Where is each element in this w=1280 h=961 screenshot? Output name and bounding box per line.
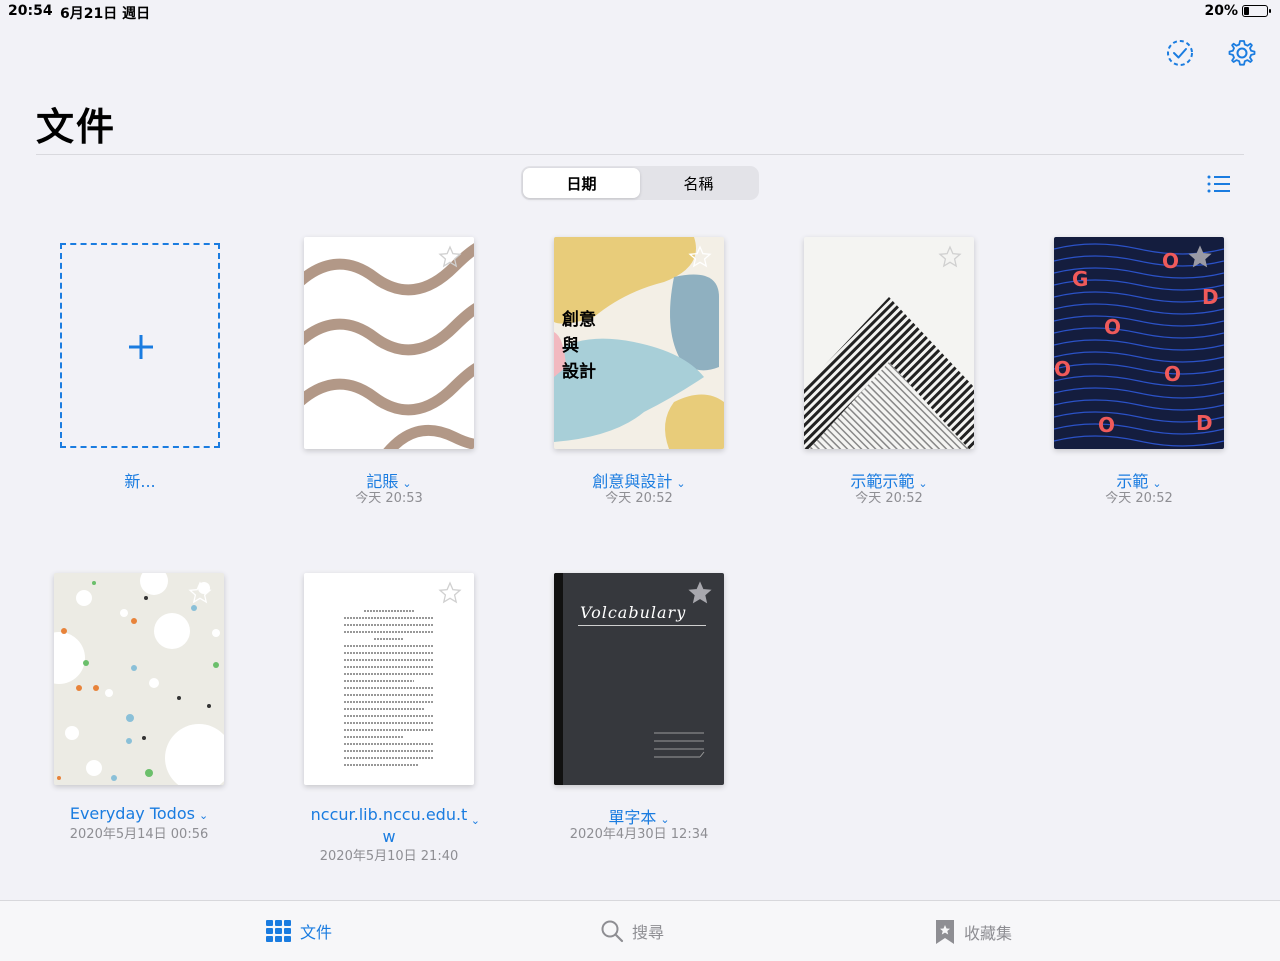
cover-letter: G	[1072, 267, 1089, 291]
favorite-star-filled-icon[interactable]	[688, 581, 712, 605]
battery-percent: 20%	[1204, 3, 1238, 19]
favorite-star-icon[interactable]	[438, 581, 462, 605]
document-name[interactable]: nccur.lib.nccu.edu.t w ⌄	[264, 804, 514, 848]
cover-underline	[578, 625, 706, 626]
favorite-star-icon[interactable]	[938, 245, 962, 269]
cover-title: Volcabulary	[580, 603, 687, 622]
sort-by-name-button[interactable]: 名稱	[640, 168, 757, 198]
cover-letter: O	[1162, 249, 1180, 273]
cover-letter: O	[1054, 357, 1072, 381]
status-date: 6月21日 週日	[60, 6, 151, 22]
document-date: 今天 20:52	[1105, 491, 1173, 506]
document-date: 2020年5月14日 00:56	[69, 827, 209, 842]
cover-title: 創意 與 設計	[562, 310, 596, 382]
status-bar: 20:54 6月21日 週日 20%	[0, 0, 1280, 24]
favorite-star-icon[interactable]	[688, 245, 712, 269]
cover-letter: D	[1196, 411, 1213, 435]
page-title: 文件	[36, 105, 117, 149]
list-view-icon[interactable]	[1206, 172, 1232, 196]
battery-indicator: 20%	[1204, 3, 1271, 19]
bookmark-icon	[936, 920, 954, 944]
settings-gear-icon[interactable]	[1227, 38, 1257, 68]
document-date: 2020年4月30日 12:34	[569, 827, 709, 842]
grid-icon	[266, 920, 291, 942]
notebook-spine	[554, 573, 563, 785]
favorite-star-filled-icon[interactable]	[1188, 245, 1212, 269]
tab-documents[interactable]: 文件	[266, 919, 332, 943]
document-date: 今天 20:53	[355, 491, 423, 506]
document-date: 今天 20:52	[855, 491, 923, 506]
search-icon	[601, 920, 624, 943]
status-time: 20:54	[8, 3, 53, 19]
cover-letter: O	[1164, 362, 1182, 386]
select-icon[interactable]	[1165, 38, 1195, 68]
new-document-button[interactable]	[60, 243, 220, 448]
tab-favorites[interactable]: 收藏集	[934, 919, 1012, 945]
cover-lines-decoration	[654, 732, 705, 758]
document-date: 2020年5月10日 21:40	[319, 849, 459, 864]
cover-letter: D	[1202, 285, 1219, 309]
sort-by-date-button[interactable]: 日期	[523, 168, 640, 198]
favorite-star-icon[interactable]	[188, 581, 212, 605]
cover-letter: O	[1104, 315, 1122, 339]
battery-icon	[1242, 5, 1271, 17]
cover-letter: O	[1098, 413, 1116, 437]
tab-search[interactable]: 搜尋	[600, 919, 664, 943]
new-document-label[interactable]: 新...	[0, 468, 280, 492]
plus-icon	[129, 335, 153, 359]
document-date: 今天 20:52	[605, 491, 673, 506]
title-divider	[36, 154, 1244, 155]
sort-segmented-control[interactable]: 日期 名稱	[521, 166, 759, 200]
tab-bar: 文件 搜尋 收藏集	[0, 900, 1280, 961]
chevron-down-icon[interactable]: ⌄	[199, 809, 208, 822]
chevron-down-icon[interactable]: ⌄	[471, 810, 480, 832]
document-name[interactable]: Everyday Todos ⌄	[14, 804, 264, 823]
favorite-star-icon[interactable]	[438, 245, 462, 269]
